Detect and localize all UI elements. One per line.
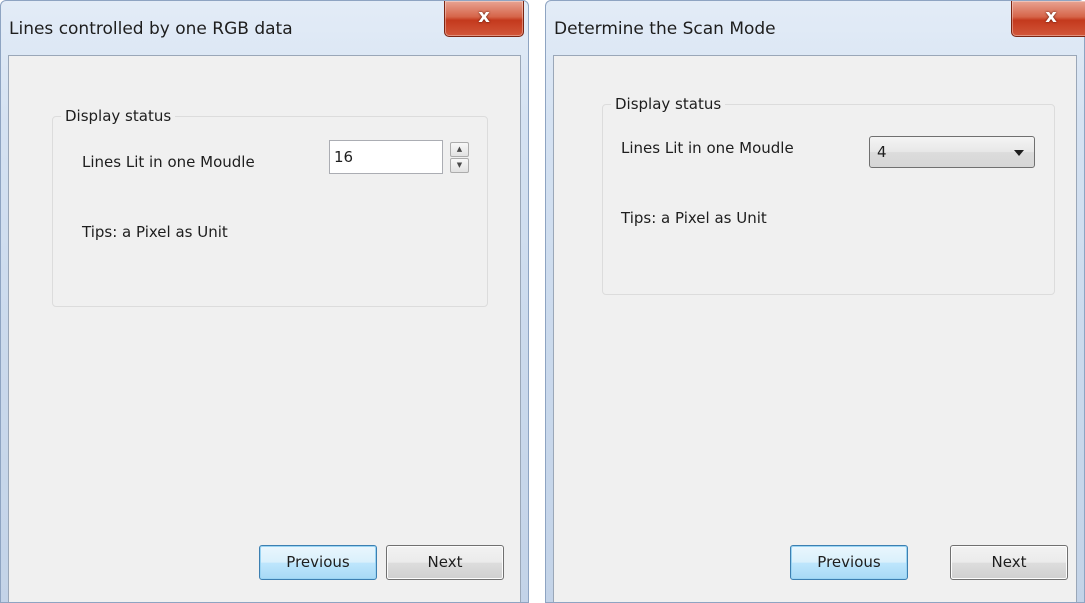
dialog-scan-mode: Determine the Scan Mode x Display status… xyxy=(545,0,1085,603)
group-label: Display status xyxy=(61,107,176,125)
previous-button[interactable]: Previous xyxy=(259,545,377,580)
tips-text: Tips: a Pixel as Unit xyxy=(82,223,228,241)
next-button[interactable]: Next xyxy=(386,545,504,580)
dialog-body: Display status Lines Lit in one Moudle ▲… xyxy=(8,55,521,602)
spin-up-button[interactable]: ▲ xyxy=(450,142,469,157)
display-status-group: Display status Lines Lit in one Moudle ▲… xyxy=(52,107,488,307)
lines-lit-input[interactable] xyxy=(329,140,443,174)
group-label: Display status xyxy=(611,95,726,113)
dialog-body: Display status Lines Lit in one Moudle 4… xyxy=(553,55,1077,602)
close-icon: x xyxy=(478,6,490,27)
next-button[interactable]: Next xyxy=(950,545,1068,580)
lines-lit-label: Lines Lit in one Moudle xyxy=(82,153,255,171)
lines-lit-dropdown[interactable]: 4 xyxy=(869,136,1035,168)
title-bar[interactable]: Determine the Scan Mode x xyxy=(546,1,1085,55)
triangle-down-icon: ▼ xyxy=(456,161,463,169)
dropdown-selected-value: 4 xyxy=(877,143,887,161)
close-icon: x xyxy=(1045,6,1057,27)
chevron-down-icon xyxy=(1014,150,1024,156)
display-status-group: Display status Lines Lit in one Moudle 4… xyxy=(602,95,1055,295)
lines-lit-label: Lines Lit in one Moudle xyxy=(621,139,794,157)
triangle-up-icon: ▲ xyxy=(456,145,463,153)
dialog-title: Lines controlled by one RGB data xyxy=(9,19,293,39)
lines-lit-stepper[interactable]: ▲ ▼ xyxy=(450,142,469,174)
dialog-title: Determine the Scan Mode xyxy=(554,19,776,39)
tips-text: Tips: a Pixel as Unit xyxy=(621,209,767,227)
title-bar[interactable]: Lines controlled by one RGB data x xyxy=(1,1,528,55)
dialog-lines-controlled: Lines controlled by one RGB data x Displ… xyxy=(0,0,529,603)
close-button[interactable]: x xyxy=(444,1,524,37)
spin-down-button[interactable]: ▼ xyxy=(450,158,469,173)
close-button[interactable]: x xyxy=(1011,1,1085,37)
previous-button[interactable]: Previous xyxy=(790,545,908,580)
